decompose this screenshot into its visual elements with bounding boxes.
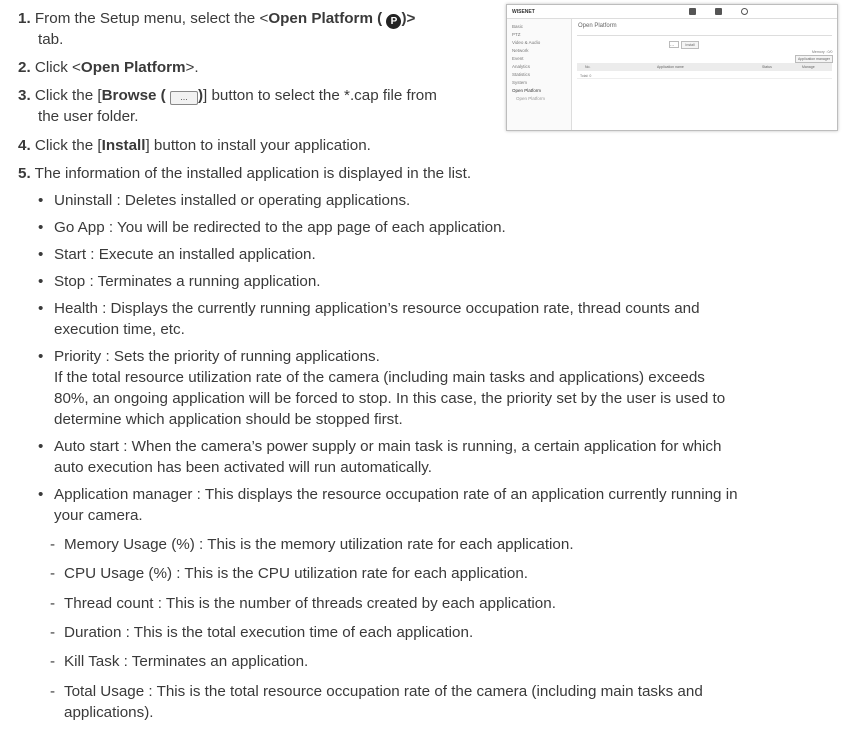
sub-cpu-usage: - CPU Usage (%) : This is the CPU utiliza… [50,565,528,582]
sub-text: Duration : This is the total execution t… [64,624,474,641]
table-header-cell: Status [762,65,772,69]
install-button: Install [681,41,699,49]
step-text-end: ] button to select the *.cap file from [203,87,437,104]
sub-text: Kill Task : Terminates an application. [64,653,309,670]
bullet-text: Auto start : When the camera’s power sup… [54,438,722,455]
browse-icon: ... [169,91,198,105]
screenshot-header: WISENET [507,5,837,19]
step-2: 2. Click <Open Platform>. [18,57,199,78]
divider [577,35,832,36]
playback-icon [715,8,722,15]
sub-duration: - Duration : This is the total execution … [50,624,474,641]
bullet-text: Priority : Sets the priority of running … [54,348,380,365]
priority-cont-3: determine which application should be st… [54,411,403,428]
sub-text: Thread count : This is the number of thr… [64,595,556,612]
sidebar-item: PTZ [512,32,521,37]
step-3: 3. Click the [Browse ( ...)] button to s… [18,85,437,106]
sidebar-item: Event [512,56,524,61]
file-path-input: ... [669,41,679,48]
bullet-stop: • Stop : Terminates a running application… [38,273,321,290]
sidebar-item: Statistics [512,72,531,77]
step-text: The information of the installed applica… [34,165,472,182]
sidebar-item: Video & Audio [512,40,541,45]
priority-cont-1: If the total resource utilization rate o… [54,369,705,386]
step-text: Click the [ [34,87,102,104]
step-text: Click < [34,59,81,76]
priority-cont-2: 80%, an ongoing application will be forc… [54,390,726,407]
open-platform-screenshot: WISENET Basic PTZ Video & Audio Network … [506,4,838,131]
table-cell: Total: 0 [580,74,592,78]
step-number: 5. [18,165,31,182]
sidebar-item: System [512,80,528,85]
manual-page: 1. From the Setup menu, select the <Open… [0,0,850,735]
sidebar-item: Analytics [512,64,531,69]
bullet-auto-start: • Auto start : When the camera’s power su… [38,438,722,455]
bullet-app-manager: • Application manager : This displays the… [38,486,738,503]
app-manager-cont: your camera. [54,507,143,524]
bullet-text: Go App : You will be redirected to the a… [54,219,506,236]
step-5: 5. The information of the installed appl… [18,163,471,184]
bullet-text: Application manager : This displays the … [54,486,738,503]
health-cont: execution time, etc. [54,321,185,338]
live-icon [689,8,696,15]
sub-memory-usage: - Memory Usage (%) : This is the memory u… [50,536,574,553]
sidebar-subitem: Open Platform [516,96,546,101]
sub-text: Total Usage : This is the total resource… [64,683,703,700]
step-bold: Open Platform [80,59,186,76]
table-row: Total: 0 [577,72,832,79]
bullet-text: Start : Execute an installed application… [54,246,316,263]
bullet-uninstall: • Uninstall : Deletes installed or operat… [38,192,411,209]
bullet-start: • Start : Execute an installed applicatio… [38,246,316,263]
sidebar-item: Network [512,48,529,53]
total-usage-cont: applications). [64,704,154,721]
setup-gear-icon [741,8,748,15]
step-text-end: )> [401,10,416,27]
table-header: No. Application name Status Manage [577,63,832,71]
bullet-text: Health : Displays the currently running … [54,300,700,317]
step-1: 1. From the Setup menu, select the <Open… [18,8,415,29]
sub-total-usage: - Total Usage : This is the total resourc… [50,683,703,700]
table-header-cell: Application name [657,65,684,69]
sidebar-item: Open Platform [512,88,542,93]
step-number: 2. [18,59,31,76]
bullet-priority: • Priority : Sets the priority of running… [38,348,380,365]
sub-thread-count: - Thread count : This is the number of th… [50,595,556,612]
step-number: 4. [18,137,31,154]
step-number: 3. [18,87,31,104]
step-bold: Install [101,137,146,154]
step-text-end: >. [185,59,199,76]
screenshot-sidebar: Basic PTZ Video & Audio Network Event An… [507,19,572,130]
step-3-cont: the user folder. [38,108,139,125]
step-number: 1. [18,10,31,27]
step-bold: Open Platform ( [268,10,383,27]
screenshot-logo: WISENET [512,9,535,15]
auto-start-cont: auto execution has been activated will r… [54,459,432,476]
step-1-cont: tab. [38,31,64,48]
sub-text: CPU Usage (%) : This is the CPU utilizat… [64,565,528,582]
step-4: 4. Click the [Install] button to install… [18,135,371,156]
sub-text: Memory Usage (%) : This is the memory ut… [64,536,574,553]
bullet-go-app: • Go App : You will be redirected to the … [38,219,506,236]
sub-kill-task: - Kill Task : Terminates an application. [50,653,309,670]
bullet-health: • Health : Displays the currently running… [38,300,700,317]
step-text: Click the [ [34,137,102,154]
open-platform-icon: P [386,14,402,29]
bullet-text: Stop : Terminates a running application. [54,273,321,290]
table-header-cell: Manage [802,65,815,69]
step-text: From the Setup menu, select the < [34,10,269,27]
bullet-text: Uninstall : Deletes installed or operati… [54,192,411,209]
table-header-cell: No. [585,65,591,69]
step-text-end: ] button to install your application. [145,137,371,154]
sidebar-item: Basic [512,24,524,29]
screenshot-title: Open Platform [578,23,617,29]
application-manager-button: Application manager [795,55,833,63]
step-bold: Browse ( [101,87,166,104]
